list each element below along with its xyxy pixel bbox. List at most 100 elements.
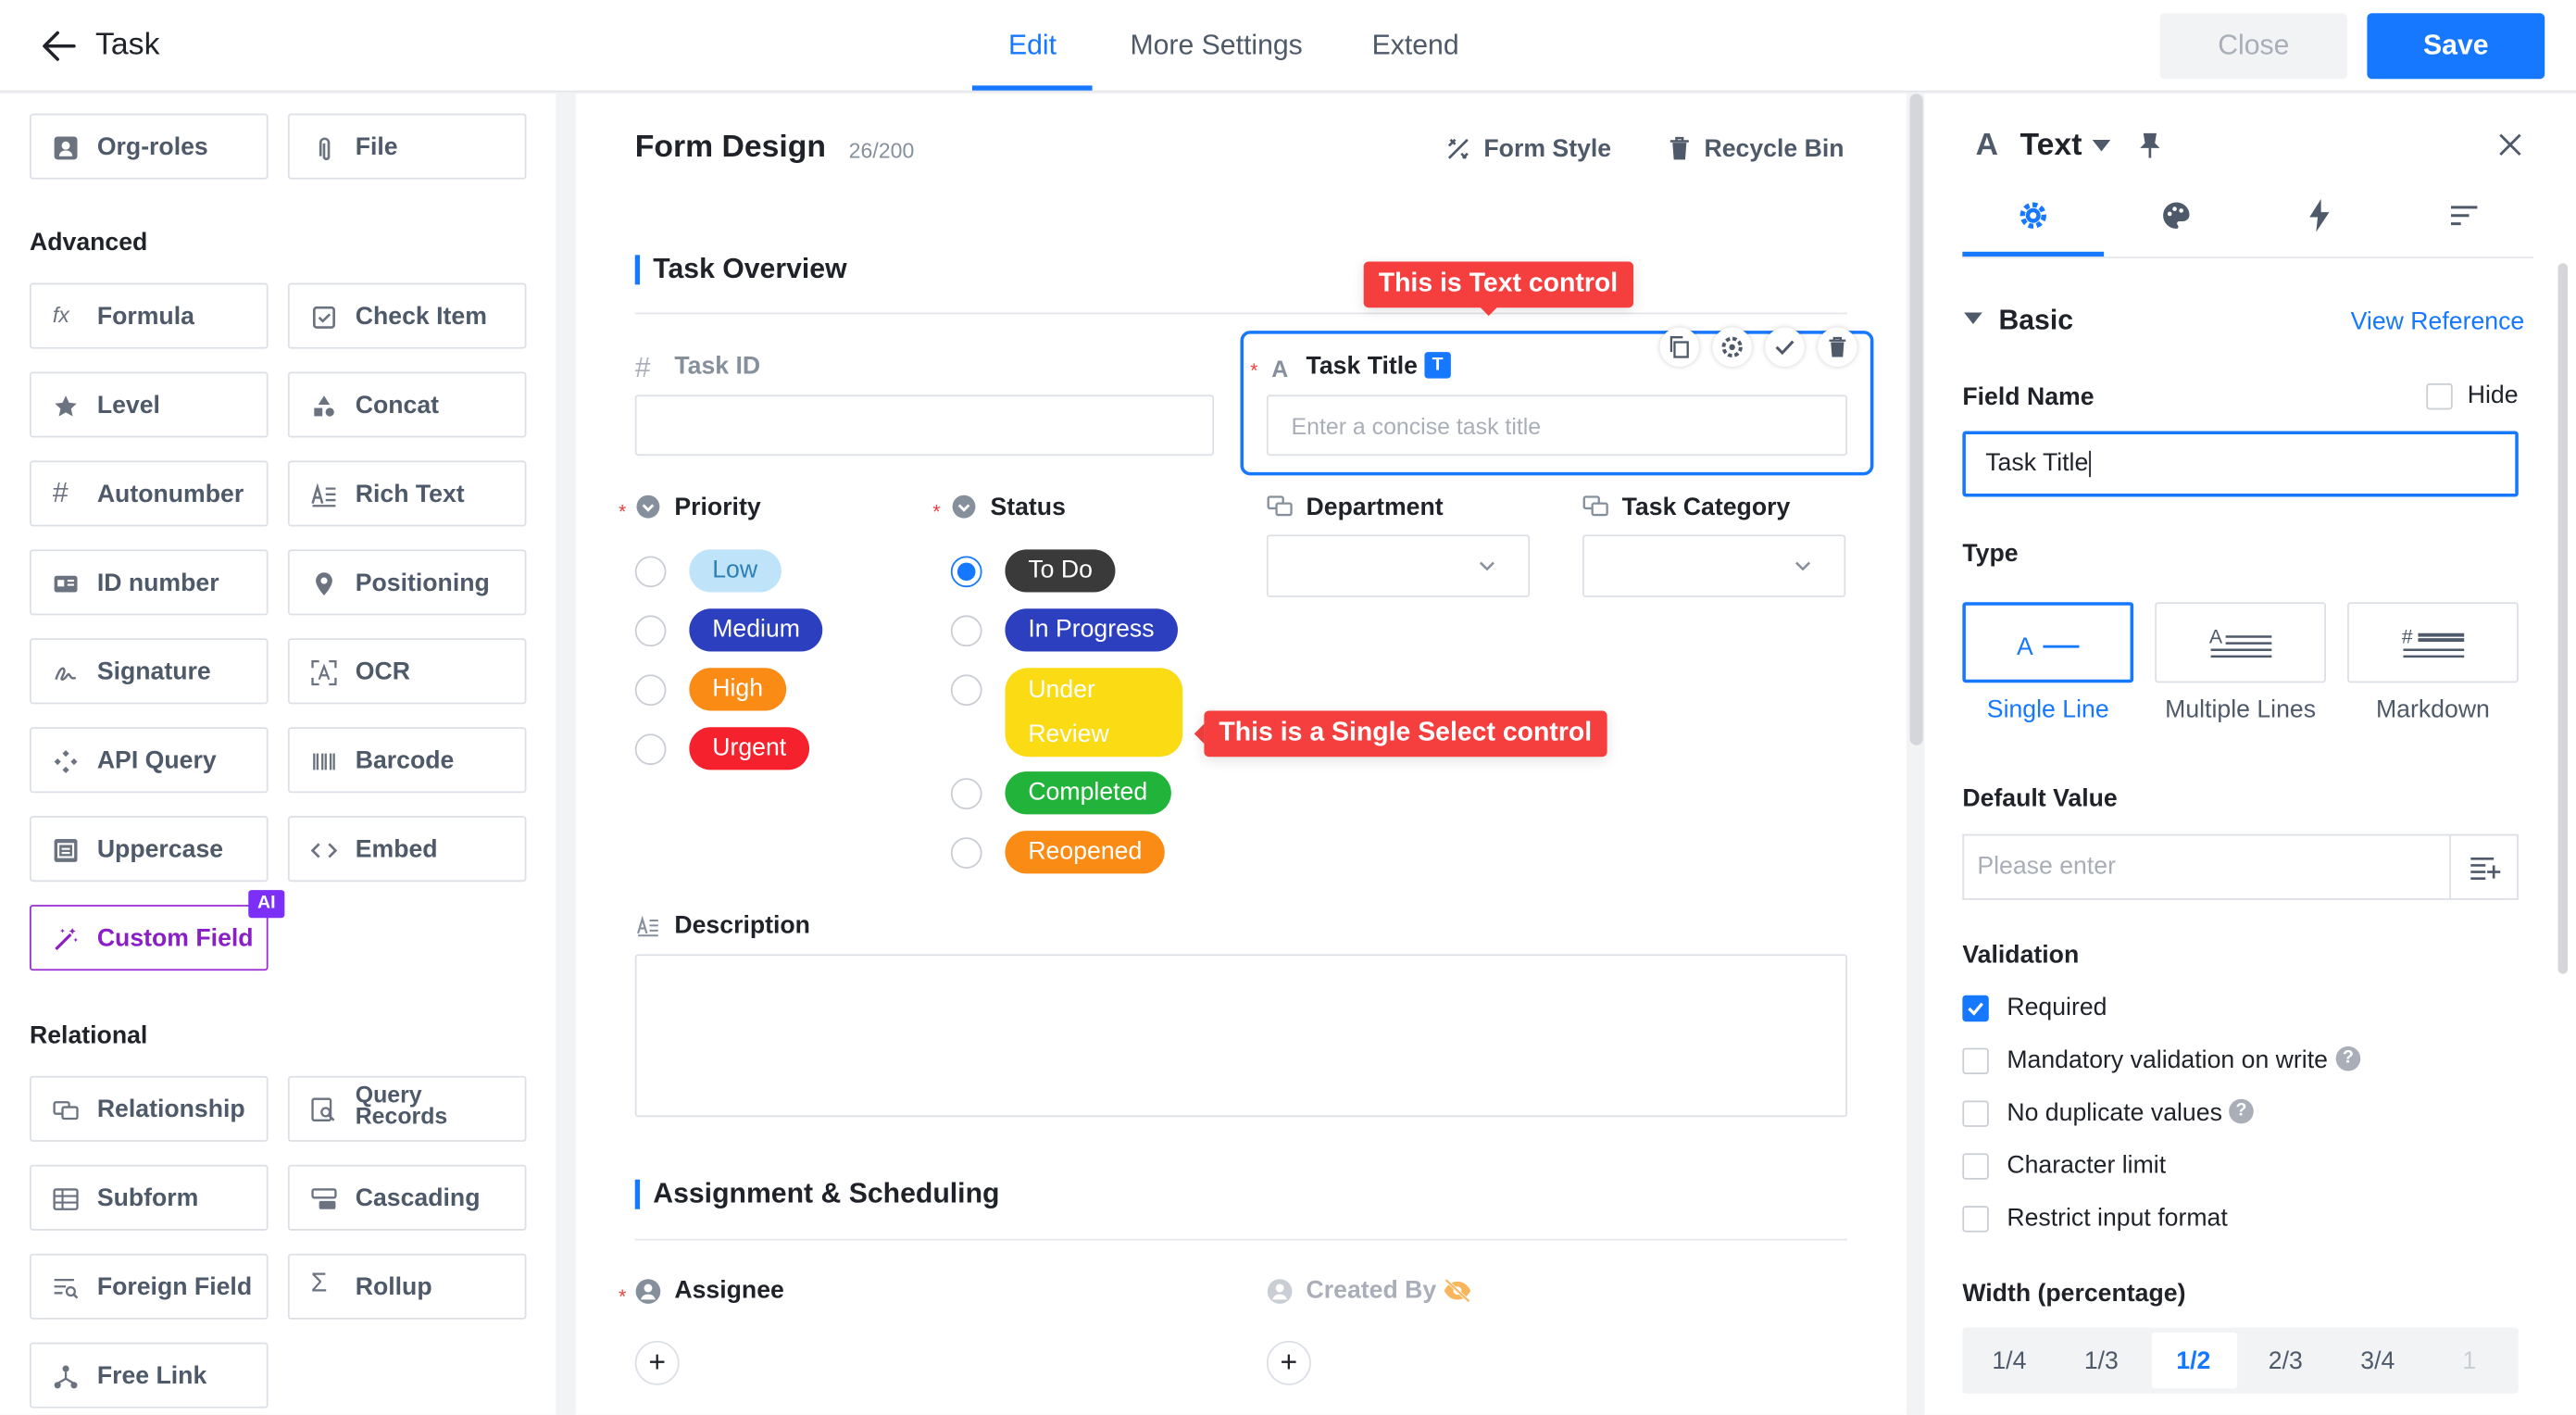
- control-rollup[interactable]: Σ Rollup: [287, 1253, 527, 1320]
- control-cascading[interactable]: Cascading: [287, 1164, 527, 1231]
- control-formula[interactable]: fx Formula: [29, 282, 269, 349]
- priority-radio-urgent[interactable]: [634, 733, 667, 766]
- status-radio-in-progress[interactable]: [950, 615, 982, 647]
- control-embed[interactable]: Embed: [287, 816, 527, 883]
- width-option-2-3[interactable]: 2/3: [2269, 1347, 2303, 1375]
- free-link-icon: [54, 1365, 78, 1389]
- character-limit-label: Character limit: [2007, 1151, 2167, 1180]
- check-icon: [1968, 1002, 1983, 1016]
- width-option-3-4[interactable]: 3/4: [2360, 1347, 2395, 1375]
- type-markdown-label[interactable]: Markdown: [2347, 695, 2519, 723]
- control-file[interactable]: File: [287, 113, 527, 180]
- no-duplicate-checkbox[interactable]: [1962, 1100, 1989, 1127]
- form-style-button[interactable]: Form Style: [1483, 135, 1611, 163]
- org-roles-icon: [54, 136, 78, 160]
- width-option-full[interactable]: 1: [2462, 1347, 2476, 1375]
- canvas-scrollbar[interactable]: [1909, 94, 1923, 745]
- type-multiple-lines-card[interactable]: A: [2155, 602, 2326, 683]
- properties-scrollbar[interactable]: [2557, 263, 2569, 974]
- type-markdown-card[interactable]: #: [2347, 602, 2519, 683]
- priority-radio-medium[interactable]: [634, 615, 667, 647]
- status-radio-todo[interactable]: [950, 556, 982, 588]
- field-name-input[interactable]: Task Title: [1962, 431, 2519, 497]
- control-subform[interactable]: Subform: [29, 1164, 269, 1231]
- star-icon: [55, 395, 77, 417]
- control-id-number[interactable]: ID number: [29, 549, 269, 616]
- default-value-formula-button[interactable]: [2449, 833, 2519, 900]
- save-button[interactable]: Save: [2367, 13, 2545, 80]
- palette-icon[interactable]: [2161, 201, 2191, 231]
- copy-icon[interactable]: [1659, 327, 1700, 368]
- department-select[interactable]: [1266, 534, 1531, 597]
- description-textarea[interactable]: [634, 954, 1848, 1118]
- add-created-by-button[interactable]: +: [1266, 1340, 1311, 1385]
- control-check-item[interactable]: Check Item: [287, 282, 527, 349]
- control-ocr[interactable]: OCR: [287, 638, 527, 705]
- mandatory-validation-checkbox[interactable]: [1962, 1047, 1989, 1075]
- mandatory-validation-label: Mandatory validation on write: [2007, 1046, 2328, 1075]
- control-autonumber[interactable]: # Autonumber: [29, 460, 269, 527]
- status-radio-under-review[interactable]: [950, 674, 982, 707]
- priority-radio-high[interactable]: [634, 674, 667, 707]
- default-value-input[interactable]: Please enter: [1962, 833, 2451, 900]
- type-label: Type: [1962, 539, 2019, 568]
- help-icon[interactable]: ?: [2335, 1046, 2361, 1071]
- lightning-icon[interactable]: [2307, 198, 2331, 232]
- control-rich-text[interactable]: Rich Text: [287, 460, 527, 527]
- task-category-select[interactable]: [1582, 534, 1846, 597]
- rich-text-icon: [311, 482, 336, 507]
- pin-icon[interactable]: [2138, 131, 2161, 159]
- control-org-roles[interactable]: Org-roles: [29, 113, 269, 180]
- tab-more-settings[interactable]: More Settings: [1130, 30, 1302, 63]
- control-query-records[interactable]: Query Records: [287, 1075, 527, 1142]
- control-positioning[interactable]: Positioning: [287, 549, 527, 616]
- add-assignee-button[interactable]: +: [634, 1340, 680, 1385]
- restrict-format-checkbox[interactable]: [1962, 1206, 1989, 1233]
- width-option-1-4[interactable]: 1/4: [1992, 1347, 2026, 1375]
- back-arrow-icon[interactable]: [40, 28, 80, 64]
- markdown-icon: #: [2402, 627, 2465, 658]
- control-barcode[interactable]: Barcode: [287, 727, 527, 794]
- chevron-down-icon: [1795, 561, 1811, 571]
- status-radio-reopened[interactable]: [950, 837, 982, 869]
- control-level[interactable]: Level: [29, 371, 269, 438]
- control-api-query[interactable]: API Query: [29, 727, 269, 794]
- required-checkbox[interactable]: [1962, 995, 1989, 1022]
- width-option-1-3[interactable]: 1/3: [2084, 1347, 2119, 1375]
- settings-gear-icon[interactable]: [2019, 201, 2048, 231]
- map-pin-icon: [316, 572, 332, 596]
- status-radio-completed[interactable]: [950, 778, 982, 810]
- sort-lines-icon[interactable]: [2449, 204, 2479, 227]
- control-uppercase[interactable]: Uppercase: [29, 816, 269, 883]
- control-foreign-field[interactable]: Foreign Field: [29, 1253, 269, 1320]
- text-type-icon: A: [1271, 355, 1289, 382]
- priority-radio-low[interactable]: [634, 556, 667, 588]
- user-icon: [635, 1279, 661, 1304]
- control-signature[interactable]: Signature: [29, 638, 269, 705]
- caret-down-icon[interactable]: [1964, 312, 1982, 324]
- tab-extend[interactable]: Extend: [1372, 30, 1459, 63]
- character-limit-checkbox[interactable]: [1962, 1153, 1989, 1180]
- checkmark-icon[interactable]: [1765, 327, 1805, 368]
- type-single-line-label[interactable]: Single Line: [1962, 695, 2133, 723]
- control-concat[interactable]: Concat: [287, 371, 527, 438]
- close-button[interactable]: Close: [2159, 13, 2348, 80]
- close-icon[interactable]: [2499, 133, 2522, 157]
- type-multiple-lines-label[interactable]: Multiple Lines: [2155, 695, 2326, 723]
- control-type-title[interactable]: Text: [2020, 129, 2082, 165]
- control-relationship[interactable]: Relationship: [29, 1075, 269, 1142]
- settings-gear-icon[interactable]: [1712, 327, 1752, 368]
- control-custom-field[interactable]: Custom Field: [29, 905, 269, 971]
- width-option-1-2[interactable]: 1/2: [2176, 1347, 2210, 1375]
- recycle-bin-button[interactable]: Recycle Bin: [1704, 135, 1844, 163]
- hide-checkbox[interactable]: [2426, 382, 2453, 410]
- control-free-link[interactable]: Free Link: [29, 1342, 269, 1409]
- view-reference-link[interactable]: View Reference: [2351, 307, 2525, 335]
- task-id-input[interactable]: [634, 394, 1215, 457]
- caret-down-icon[interactable]: [2092, 140, 2111, 152]
- type-single-line-card[interactable]: A: [1962, 602, 2134, 683]
- delete-icon[interactable]: [1818, 327, 1857, 368]
- help-icon[interactable]: ?: [2229, 1098, 2254, 1124]
- tab-edit[interactable]: Edit: [1008, 30, 1057, 63]
- task-title-input[interactable]: Enter a concise task title: [1266, 394, 1848, 457]
